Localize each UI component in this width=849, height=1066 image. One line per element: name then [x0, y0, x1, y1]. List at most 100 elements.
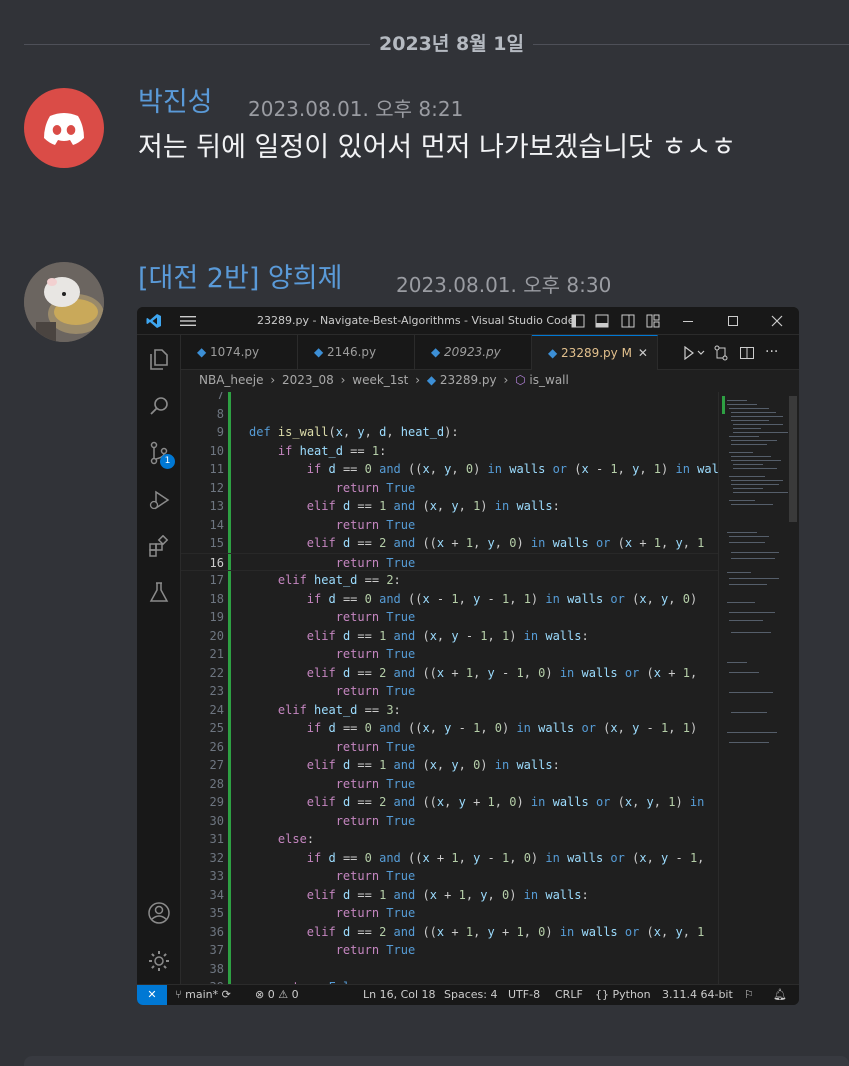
code-line[interactable]: 31 else:: [181, 830, 718, 849]
maximize-icon[interactable]: [726, 314, 740, 328]
indentation[interactable]: Spaces: 4: [444, 985, 497, 1005]
code-line[interactable]: 21 return True: [181, 645, 718, 664]
code-text: elif heat_d == 2:: [277, 573, 401, 587]
breadcrumb-item[interactable]: 2023_08: [282, 373, 334, 387]
timestamp: 2023.08.01. 오후 8:30: [396, 273, 612, 297]
tab-2146[interactable]: ◆ 2146.py: [298, 335, 415, 370]
code-text: if heat_d == 1:: [277, 443, 387, 458]
git-branch[interactable]: ⑂ main* ⟳: [175, 985, 231, 1005]
code-line[interactable]: 11 if d == 0 and ((x, y, 0) in walls or …: [181, 460, 718, 479]
code-line[interactable]: 14 return True: [181, 516, 718, 535]
code-line[interactable]: 28 return True: [181, 775, 718, 794]
breadcrumb-item[interactable]: is_wall: [529, 373, 568, 387]
code-text: return True: [335, 776, 416, 791]
code-line[interactable]: 12 return True: [181, 479, 718, 498]
encoding[interactable]: UTF-8: [508, 985, 540, 1005]
split-editor-icon[interactable]: [739, 345, 755, 361]
code-line[interactable]: 33 return True: [181, 867, 718, 886]
minimize-icon[interactable]: [681, 314, 695, 328]
line-number: 31: [209, 832, 224, 846]
toggle-panel-icon[interactable]: [595, 314, 609, 328]
search-icon[interactable]: [148, 395, 170, 417]
code-line[interactable]: 16 return True: [181, 552, 718, 571]
code-line[interactable]: 26 return True: [181, 738, 718, 757]
python-interpreter[interactable]: 3.11.4 64-bit: [662, 985, 733, 1005]
code-line[interactable]: 9 def is_wall(x, y, d, heat_d):: [181, 423, 718, 442]
username[interactable]: 박진성: [138, 86, 213, 120]
breadcrumb-item[interactable]: 23289.py: [440, 373, 497, 387]
more-actions-icon[interactable]: ···: [765, 335, 778, 370]
breadcrumb-item[interactable]: week_1st: [352, 373, 408, 387]
window-title: 23289.py - Navigate-Best-Algorithms - Vi…: [257, 314, 575, 327]
code-line[interactable]: 36 elif d == 2 and ((x + 1, y + 1, 0) in…: [181, 923, 718, 942]
account-icon[interactable]: [147, 901, 171, 925]
language-mode[interactable]: {} Python: [595, 985, 651, 1005]
avatar[interactable]: [24, 88, 104, 168]
code-line[interactable]: 7: [181, 392, 718, 405]
minimap[interactable]: [718, 392, 799, 984]
notifications-bell-icon[interactable]: 🔔︎: [773, 985, 787, 1005]
remote-indicator-icon[interactable]: ✕: [137, 985, 167, 1005]
toggle-secondary-sidebar-icon[interactable]: [621, 314, 635, 328]
code-line[interactable]: 19 return True: [181, 608, 718, 627]
code-line[interactable]: 34 elif d == 1 and (x + 1, y, 0) in wall…: [181, 886, 718, 905]
code-line[interactable]: 25 if d == 0 and ((x, y - 1, 0) in walls…: [181, 719, 718, 738]
code-line[interactable]: 37 return True: [181, 941, 718, 960]
tab-23289[interactable]: ◆ 23289.py M ✕: [532, 335, 658, 370]
avatar[interactable]: [24, 262, 104, 342]
code-line[interactable]: 18 if d == 0 and ((x - 1, y - 1, 1) in w…: [181, 590, 718, 609]
source-control-badge: 1: [160, 454, 175, 469]
username[interactable]: [대전 2반] 양희제: [138, 262, 342, 296]
cursor-position[interactable]: Ln 16, Col 18: [363, 985, 436, 1005]
breadcrumb-item[interactable]: NBA_heeje: [199, 373, 264, 387]
extensions-icon[interactable]: [148, 535, 170, 557]
vscode-screenshot-attachment[interactable]: 23289.py - Navigate-Best-Algorithms - Vi…: [137, 307, 799, 1005]
testing-flask-icon[interactable]: [148, 581, 170, 603]
run-file-icon[interactable]: [683, 346, 707, 360]
open-changes-icon[interactable]: [713, 345, 729, 361]
close-icon[interactable]: [770, 314, 784, 328]
code-line[interactable]: 38: [181, 960, 718, 979]
breadcrumb: NBA_heeje › 2023_08 › week_1st › ◆ 23289…: [199, 373, 569, 387]
customize-layout-icon[interactable]: [646, 314, 660, 328]
line-number: 8: [216, 406, 224, 421]
message-input-edge: [24, 1056, 849, 1066]
code-line[interactable]: 8: [181, 405, 718, 424]
feedback-icon[interactable]: ⚐: [744, 985, 754, 1005]
line-number: 15: [209, 536, 224, 550]
line-number: 34: [209, 887, 224, 902]
run-debug-icon[interactable]: [148, 489, 170, 511]
problems-indicator[interactable]: ⊗ 0 ⚠ 0: [255, 985, 299, 1005]
code-line[interactable]: 20 elif d == 1 and (x, y - 1, 1) in wall…: [181, 627, 718, 646]
code-line[interactable]: 24 elif heat_d == 3:: [181, 701, 718, 720]
code-text: elif d == 2 and ((x + 1, y + 1, 0) in wa…: [306, 924, 705, 939]
code-line[interactable]: 27 elif d == 1 and (x, y, 0) in walls:: [181, 756, 718, 775]
code-text: if d == 0 and ((x, y - 1, 0) in walls or…: [306, 721, 698, 735]
code-line[interactable]: 22 elif d == 2 and ((x + 1, y - 1, 0) in…: [181, 664, 718, 683]
line-number: 13: [209, 499, 224, 513]
code-line[interactable]: 29 elif d == 2 and ((x, y + 1, 0) in wal…: [181, 793, 718, 812]
settings-gear-icon[interactable]: [147, 949, 171, 973]
code-text: return True: [335, 647, 416, 661]
code-editor[interactable]: 7 8 9 def is_wall(x, y, d, heat_d): 10 if he…: [181, 392, 718, 984]
code-text: elif d == 2 and ((x + 1, y, 0) in walls …: [306, 536, 705, 550]
toggle-primary-sidebar-icon[interactable]: [571, 314, 585, 328]
end-of-line[interactable]: CRLF: [555, 985, 583, 1005]
code-line[interactable]: 23 return True: [181, 682, 718, 701]
menu-icon[interactable]: [180, 315, 196, 327]
code-line[interactable]: 10 if heat_d == 1:: [181, 442, 718, 461]
code-line[interactable]: 13 elif d == 1 and (x, y, 1) in walls:: [181, 497, 718, 516]
code-line[interactable]: 17 elif heat_d == 2:: [181, 571, 718, 590]
code-line[interactable]: 32 if d == 0 and ((x + 1, y - 1, 0) in w…: [181, 849, 718, 868]
code-text: if d == 0 and ((x, y, 0) in walls or (x …: [306, 462, 718, 476]
code-line[interactable]: 15 elif d == 2 and ((x + 1, y, 0) in wal…: [181, 534, 718, 553]
close-tab-icon[interactable]: ✕: [638, 346, 648, 360]
status-bar: ✕ ⑂ main* ⟳ ⊗ 0 ⚠ 0 Ln 16, Col 18 Spaces…: [137, 984, 799, 1005]
code-line[interactable]: 35 return True: [181, 904, 718, 923]
code-line[interactable]: 30 return True: [181, 812, 718, 831]
tab-1074[interactable]: ◆ 1074.py: [181, 335, 298, 370]
code-text: elif d == 2 and ((x + 1, y - 1, 0) in wa…: [306, 665, 698, 680]
code-text: return True: [335, 517, 416, 532]
tab-20923[interactable]: ◆ 20923.py: [415, 335, 532, 370]
explorer-icon[interactable]: [148, 347, 170, 371]
